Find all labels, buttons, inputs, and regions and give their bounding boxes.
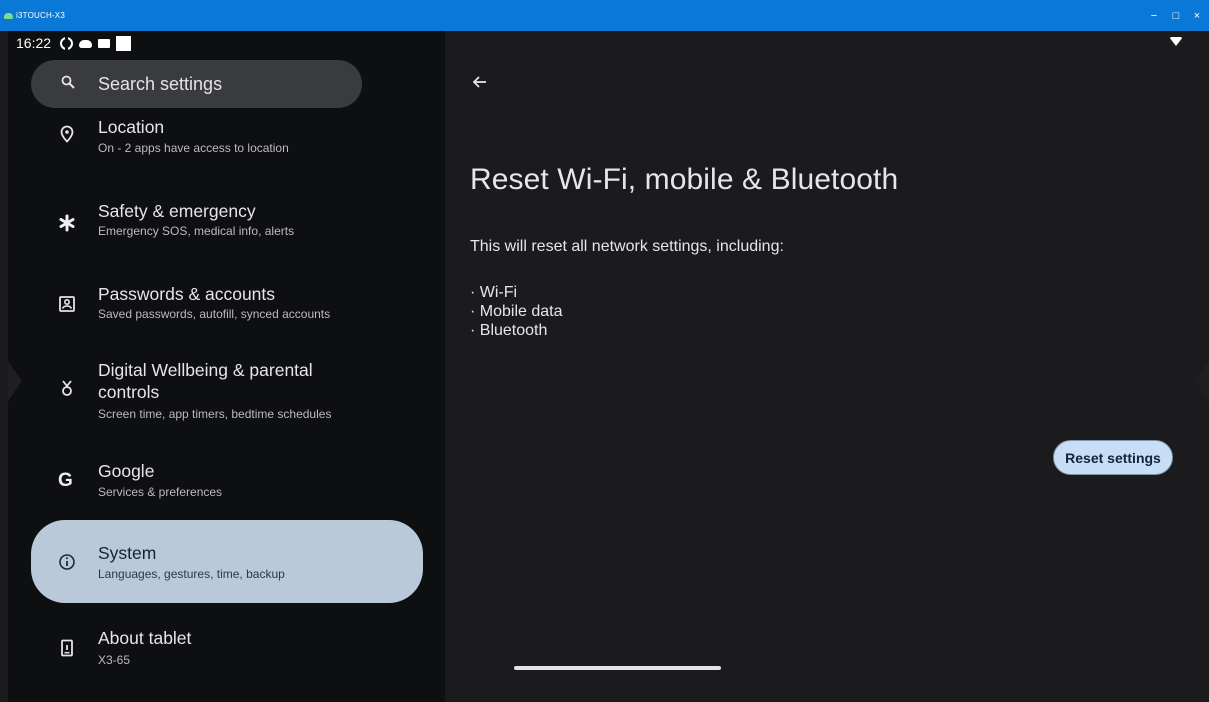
reset-detail-pane: Reset Wi-Fi, mobile & Bluetooth This wil…	[445, 31, 1209, 702]
dvr-icon	[98, 39, 110, 48]
reset-description: This will reset all network settings, in…	[470, 238, 784, 255]
search-settings-field[interactable]: Search settings	[31, 60, 362, 108]
settings-item-system[interactable]: System Languages, gestures, time, backup	[31, 520, 423, 603]
location-icon	[60, 125, 74, 143]
home-gesture-bar[interactable]	[514, 666, 721, 670]
settings-item-title: System	[98, 543, 157, 563]
settings-item-safety[interactable]: Safety & emergency Emergency SOS, medica…	[31, 197, 423, 255]
cloud-icon	[79, 39, 92, 48]
reset-settings-button[interactable]: Reset settings	[1053, 440, 1173, 475]
tablet-icon	[61, 639, 73, 657]
page-title: Reset Wi-Fi, mobile & Bluetooth	[470, 163, 899, 196]
google-g-icon: G	[58, 470, 73, 491]
settings-item-subtitle: Languages, gestures, time, backup	[98, 567, 285, 581]
close-button[interactable]: ×	[1189, 9, 1205, 23]
list-item: · Bluetooth	[470, 322, 548, 339]
settings-item-subtitle: Emergency SOS, medical info, alerts	[98, 224, 295, 238]
settings-item-passwords[interactable]: Passwords & accounts Saved passwords, au…	[31, 281, 423, 339]
list-item: · Mobile data	[470, 303, 563, 320]
search-icon	[61, 75, 75, 89]
status-time: 16:22	[16, 35, 52, 51]
notification-square-icon	[116, 36, 131, 51]
android-screen: 16:22 Search settings Location On - 2 ap…	[8, 31, 1209, 702]
settings-item-google[interactable]: G Google Services & preferences	[31, 460, 423, 518]
settings-item-title: Google	[98, 461, 155, 481]
settings-item-title: Location	[98, 117, 165, 137]
settings-item-subtitle: Saved passwords, autofill, synced accoun…	[98, 307, 331, 321]
settings-item-title: Passwords & accounts	[98, 284, 276, 304]
settings-item-subtitle: Services & preferences	[98, 485, 223, 499]
settings-list-pane: 16:22 Search settings Location On - 2 ap…	[8, 31, 445, 702]
wifi-icon	[1169, 37, 1183, 46]
info-icon	[59, 554, 75, 570]
settings-status-icon	[60, 36, 73, 51]
back-arrow-icon[interactable]	[471, 73, 489, 91]
reset-items-list: · Wi-Fi · Mobile data · Bluetooth	[470, 283, 563, 340]
maximize-button[interactable]: □	[1168, 9, 1184, 23]
settings-item-location[interactable]: Location On - 2 apps have access to loca…	[31, 115, 423, 173]
right-edge-handle[interactable]	[1195, 361, 1209, 401]
settings-item-title: About tablet	[98, 628, 192, 648]
wellbeing-icon	[62, 380, 72, 396]
search-placeholder: Search settings	[98, 74, 223, 94]
settings-item-subtitle: X3-65	[98, 653, 131, 667]
window-title: i3TOUCH-X3	[16, 11, 65, 20]
settings-item-about-tablet[interactable]: About tablet X3-65	[31, 627, 423, 685]
window-titlebar: i3TOUCH-X3 − □ ×	[0, 0, 1209, 31]
settings-item-subtitle: Screen time, app timers, bedtime schedul…	[98, 407, 332, 421]
settings-item-digital-wellbeing[interactable]: Digital Wellbeing & parental controls Sc…	[31, 358, 423, 438]
settings-item-subtitle: On - 2 apps have access to location	[98, 141, 289, 155]
asterisk-icon	[59, 214, 75, 232]
status-icons	[60, 36, 131, 51]
settings-item-title-line1: Digital Wellbeing & parental	[98, 360, 313, 380]
left-edge-handle[interactable]	[8, 361, 22, 401]
settings-item-title: Safety & emergency	[98, 201, 256, 221]
app-icon	[4, 13, 13, 19]
account-box-icon	[59, 296, 75, 312]
minimize-button[interactable]: −	[1146, 9, 1162, 23]
settings-item-title-line2: controls	[98, 382, 160, 402]
list-item: · Wi-Fi	[470, 284, 518, 301]
